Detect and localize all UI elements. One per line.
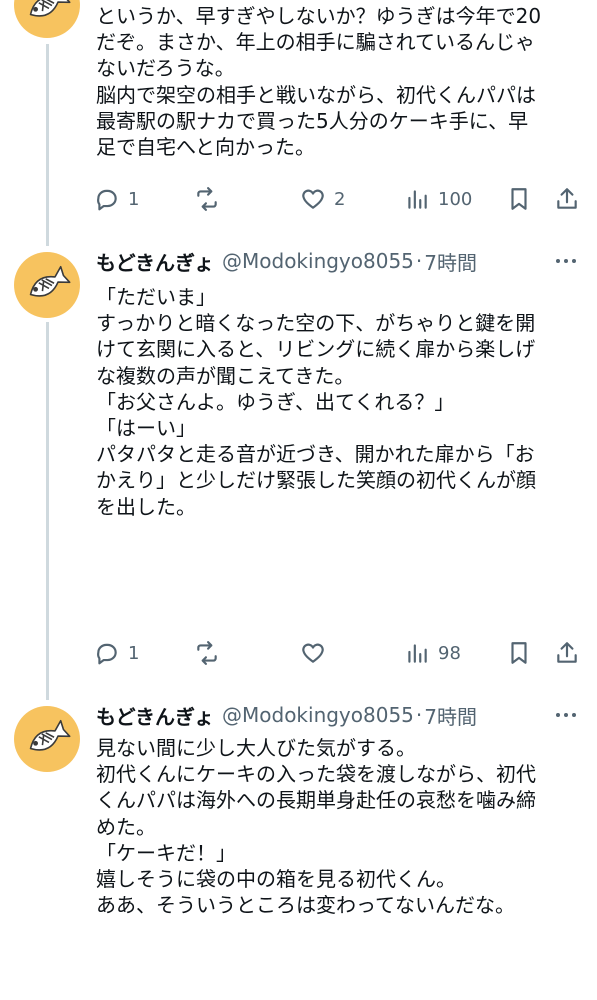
more-icon[interactable] [551,700,581,730]
views-count: 100 [438,188,473,210]
timestamp[interactable]: 7時間 [424,247,477,276]
avatar[interactable] [14,252,80,318]
retweet-button[interactable] [194,183,228,215]
views-icon [408,190,427,209]
tweet-header: もどきんぎょ @Modokingyo8055 · 7時間 [96,700,581,730]
bookmark-icon [511,188,527,210]
retweet-button[interactable] [194,637,228,669]
bookmark-icon [511,642,527,664]
fish-avatar-icon [29,719,71,751]
display-name[interactable]: もどきんぎょ [96,701,214,730]
timestamp[interactable]: 7時間 [424,701,477,730]
share-button[interactable] [554,183,580,215]
share-icon [557,642,577,663]
avatar[interactable] [14,0,80,38]
fish-avatar-icon [29,265,71,297]
share-button[interactable] [554,637,580,669]
views-count: 98 [438,642,461,664]
reply-icon [97,189,117,211]
like-count: 2 [334,188,346,210]
separator-dot: · [415,703,423,727]
tweet-header: もどきんぎょ @Modokingyo8055 · 7時間 [96,246,581,276]
more-icon[interactable] [551,246,581,276]
display-name[interactable]: もどきんぎょ [96,247,214,276]
reply-button[interactable]: 1 [94,637,139,669]
reply-button[interactable]: 1 [94,183,139,215]
fish-avatar-icon [29,0,71,17]
views-button[interactable]: 100 [404,183,472,215]
reply-count: 1 [128,188,140,210]
tweet-actions: 1 98 [92,637,585,669]
reply-count: 1 [128,642,140,664]
tweet-text: というか、早すぎやしないか？ゆうぎは今年で20 だぞ。まさか、年上の相手に騙され… [96,4,542,160]
like-icon [302,189,324,209]
avatar[interactable] [14,706,80,772]
thread-line [46,322,49,700]
retweet-icon [197,187,217,211]
views-button[interactable]: 98 [404,637,461,669]
like-icon [302,643,324,663]
reply-icon [97,643,117,665]
bookmark-button[interactable] [506,637,532,669]
user-handle[interactable]: @Modokingyo8055 [222,249,414,273]
separator-dot: · [415,249,423,273]
like-button[interactable] [300,637,334,669]
retweet-icon [197,641,217,665]
views-icon [408,644,427,663]
tweet-text: 見ない間に少し大人びた気がする。 初代くんにケーキの入った袋を渡しながら、初代 … [96,736,536,918]
thread-line [46,44,49,246]
share-icon [557,188,577,209]
user-handle[interactable]: @Modokingyo8055 [222,703,414,727]
tweet-text: 「ただいま」 すっかりと暗くなった空の下、がちゃりと鍵を開 けて玄関に入ると、リ… [96,285,536,519]
tweet-actions: 1 2 100 [92,183,585,215]
bookmark-button[interactable] [506,183,532,215]
like-button[interactable]: 2 [300,183,345,215]
